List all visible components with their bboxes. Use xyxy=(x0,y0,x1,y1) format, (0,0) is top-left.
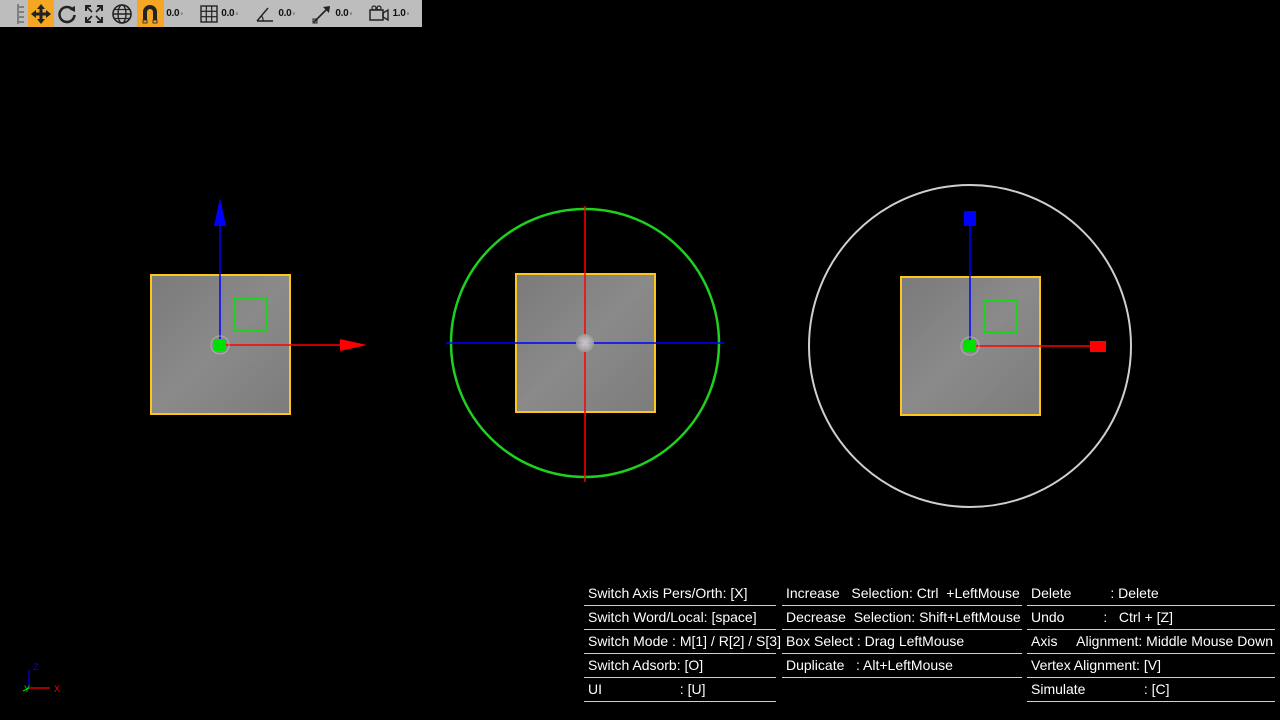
shortcut-row: Switch Axis Pers/Orth: [X] xyxy=(584,582,776,606)
z-axis-label: Z xyxy=(33,662,39,672)
shortcut-row: Undo : Ctrl + [Z] xyxy=(1027,606,1275,630)
x-axis-arrow[interactable] xyxy=(340,339,367,351)
shortcut-row: Axis Alignment: Middle Mouse Down xyxy=(1027,630,1275,654)
y-axis-label: Y xyxy=(24,684,31,694)
shortcut-column-3: Delete : Delete Undo : Ctrl + [Z] Axis A… xyxy=(1027,582,1275,702)
axis-orientation-gizmo: Z Y X xyxy=(20,660,70,700)
rotation-center[interactable] xyxy=(576,334,594,352)
shortcut-row: UI : [U] xyxy=(584,678,776,702)
y-scale-handle[interactable] xyxy=(964,211,976,226)
shortcut-row: Decrease Selection: Shift+LeftMouse xyxy=(782,606,1022,630)
x-axis-label: X xyxy=(54,684,61,694)
shortcut-row: Switch Word/Local: [space] xyxy=(584,606,776,630)
shortcut-row: Switch Mode : M[1] / R[2] / S[3] xyxy=(584,630,781,654)
center-handle[interactable] xyxy=(964,340,976,352)
center-handle[interactable] xyxy=(214,339,226,351)
shortcut-row: Simulate : [C] xyxy=(1027,678,1275,702)
move-gizmo-object[interactable] xyxy=(150,198,367,415)
shortcut-column-2: Increase Selection: Ctrl +LeftMouse Decr… xyxy=(782,582,1022,678)
shortcut-row: Duplicate : Alt+LeftMouse xyxy=(782,654,1022,678)
rotate-gizmo-object[interactable] xyxy=(446,206,724,482)
y-axis-arrow[interactable] xyxy=(214,198,226,226)
shortcut-row: Box Select : Drag LeftMouse xyxy=(782,630,1022,654)
shortcut-row: Switch Adsorb: [O] xyxy=(584,654,776,678)
shortcut-row: Delete : Delete xyxy=(1027,582,1275,606)
shortcut-row: Vertex Alignment: [V] xyxy=(1027,654,1275,678)
scale-gizmo-object[interactable] xyxy=(808,184,1132,508)
shortcut-help-panel: Switch Axis Pers/Orth: [X] Switch Word/L… xyxy=(584,582,1278,704)
shortcut-column-1: Switch Axis Pers/Orth: [X] Switch Word/L… xyxy=(584,582,781,702)
x-scale-handle[interactable] xyxy=(1090,341,1106,352)
shortcut-row: Increase Selection: Ctrl +LeftMouse xyxy=(782,582,1022,606)
